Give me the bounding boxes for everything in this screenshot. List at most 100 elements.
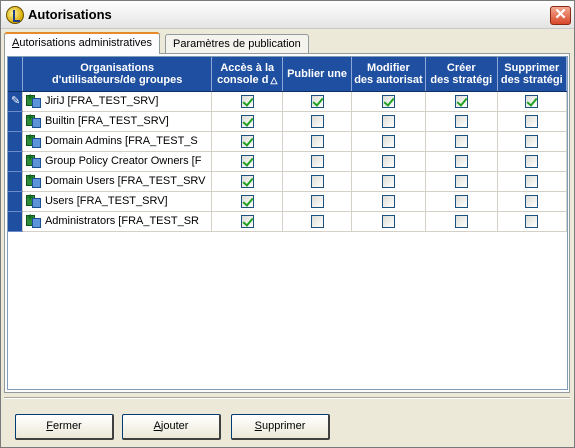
permission-cell-publish [282,171,352,192]
row-selector[interactable] [8,211,23,232]
permission-checkbox[interactable] [310,134,324,148]
row-selector[interactable]: ✎ [8,91,23,112]
permission-cell-delete-policies [497,211,567,232]
group-name: Domain Admins [FRA_TEST_S [44,134,198,147]
permissions-table: Organisations d'utilisateurs/de groupes A… [8,57,567,232]
table-row[interactable]: + Users [FRA_TEST_SRV] [8,191,567,212]
permission-checkbox[interactable] [525,94,539,108]
group-name: Users [FRA_TEST_SRV] [44,194,168,207]
permission-cell-create-policies [425,211,498,232]
permission-cell-delete-policies [497,131,567,152]
permission-checkbox[interactable] [240,174,254,188]
permission-checkbox[interactable] [525,134,539,148]
permission-cell-modify-authorizations [351,91,426,112]
permission-cell-delete-policies [497,111,567,132]
permission-checkbox[interactable] [310,194,324,208]
row-selector[interactable] [8,111,23,132]
col-header-create-policies[interactable]: Créer des stratégi [425,57,498,92]
table-row[interactable]: + Domain Users [FRA_TEST_SRV [8,171,567,192]
permission-checkbox[interactable] [454,214,468,228]
row-selector[interactable] [8,131,23,152]
permission-cell-modify-authorizations [351,111,426,132]
permissions-grid: Organisations d'utilisateurs/de groupes A… [7,56,568,390]
permission-checkbox[interactable] [381,214,395,228]
permission-cell-publish [282,191,352,212]
tab-administrative-authorizations[interactable]: Autorisations administratives [4,32,161,54]
group-name: Domain Users [FRA_TEST_SRV [44,174,206,187]
permission-checkbox[interactable] [240,134,254,148]
table-row[interactable]: + Builtin [FRA_TEST_SRV] [8,111,567,132]
table-row[interactable]: + Domain Admins [FRA_TEST_S [8,131,567,152]
group-icon: + [25,172,42,188]
permission-checkbox[interactable] [310,174,324,188]
permission-checkbox[interactable] [240,114,254,128]
table-row[interactable]: + Administrators [FRA_TEST_SR [8,211,567,232]
app-icon [6,6,24,24]
permission-checkbox[interactable] [240,94,254,108]
permission-cell-publish [282,151,352,172]
group-name-cell[interactable]: + Domain Admins [FRA_TEST_S [22,131,213,152]
tab-strip: Autorisations administratives Paramètres… [4,32,569,54]
permission-checkbox[interactable] [381,114,395,128]
add-button[interactable]: Ajouter [122,414,221,440]
row-selector[interactable] [8,191,23,212]
permission-checkbox[interactable] [310,114,324,128]
permission-cell-create-policies [425,91,498,112]
group-name-cell[interactable]: + Builtin [FRA_TEST_SRV] [22,111,213,132]
permission-checkbox[interactable] [381,94,395,108]
permission-checkbox[interactable] [525,174,539,188]
table-row[interactable]: + Group Policy Creator Owners [F [8,151,567,172]
permission-checkbox[interactable] [454,174,468,188]
row-selector[interactable] [8,151,23,172]
permission-cell-console-access [211,131,284,152]
group-name-cell[interactable]: + JiriJ [FRA_TEST_SRV] [22,91,213,112]
sort-ascending-icon: △ [270,74,278,85]
close-icon[interactable]: ✕ [550,6,571,25]
permission-checkbox[interactable] [240,214,254,228]
permission-checkbox[interactable] [240,194,254,208]
permission-checkbox[interactable] [310,94,324,108]
group-name: Group Policy Creator Owners [F [44,154,202,167]
delete-button[interactable]: Supprimer [231,414,330,440]
col-header-modify-authorizations[interactable]: Modifier des autorisat [351,57,426,92]
group-name-cell[interactable]: + Administrators [FRA_TEST_SR [22,211,213,232]
col-header-delete-policies[interactable]: Supprimer des stratégi [497,57,567,92]
permission-checkbox[interactable] [454,94,468,108]
group-name-cell[interactable]: + Domain Users [FRA_TEST_SRV [22,171,213,192]
group-icon: + [25,192,42,208]
row-selector[interactable] [8,171,23,192]
group-name: JiriJ [FRA_TEST_SRV] [44,94,159,107]
grid-body: ✎ + JiriJ [FRA_TEST_SRV] + Builtin [FRA_TEST… [8,91,567,232]
permission-cell-publish [282,131,352,152]
permission-checkbox[interactable] [381,194,395,208]
permission-checkbox[interactable] [525,114,539,128]
permission-checkbox[interactable] [454,154,468,168]
permission-checkbox[interactable] [525,214,539,228]
permission-checkbox[interactable] [240,154,254,168]
group-icon: + [25,92,42,108]
col-header-publish[interactable]: Publier une [282,57,352,92]
group-name-cell[interactable]: + Group Policy Creator Owners [F [22,151,213,172]
group-name-cell[interactable]: + Users [FRA_TEST_SRV] [22,191,213,212]
permission-cell-create-policies [425,191,498,212]
permission-cell-modify-authorizations [351,131,426,152]
permission-checkbox[interactable] [525,194,539,208]
permission-checkbox[interactable] [381,134,395,148]
permission-checkbox[interactable] [381,154,395,168]
permission-checkbox[interactable] [454,194,468,208]
permission-checkbox[interactable] [310,214,324,228]
permission-checkbox[interactable] [310,154,324,168]
window-title: Autorisations [28,7,112,22]
col-header-organisations[interactable]: Organisations d'utilisateurs/de groupes [22,57,213,92]
permission-cell-delete-policies [497,191,567,212]
permission-checkbox[interactable] [381,174,395,188]
table-row[interactable]: ✎ + JiriJ [FRA_TEST_SRV] [8,91,567,112]
permission-checkbox[interactable] [525,154,539,168]
col-header-console-access[interactable]: Accès à la console d △ [211,57,284,92]
tab-publication-settings[interactable]: Paramètres de publication [165,34,309,54]
permission-cell-delete-policies [497,91,567,112]
permission-checkbox[interactable] [454,134,468,148]
group-icon: + [25,152,42,168]
close-button[interactable]: Fermer [15,414,114,440]
permission-checkbox[interactable] [454,114,468,128]
